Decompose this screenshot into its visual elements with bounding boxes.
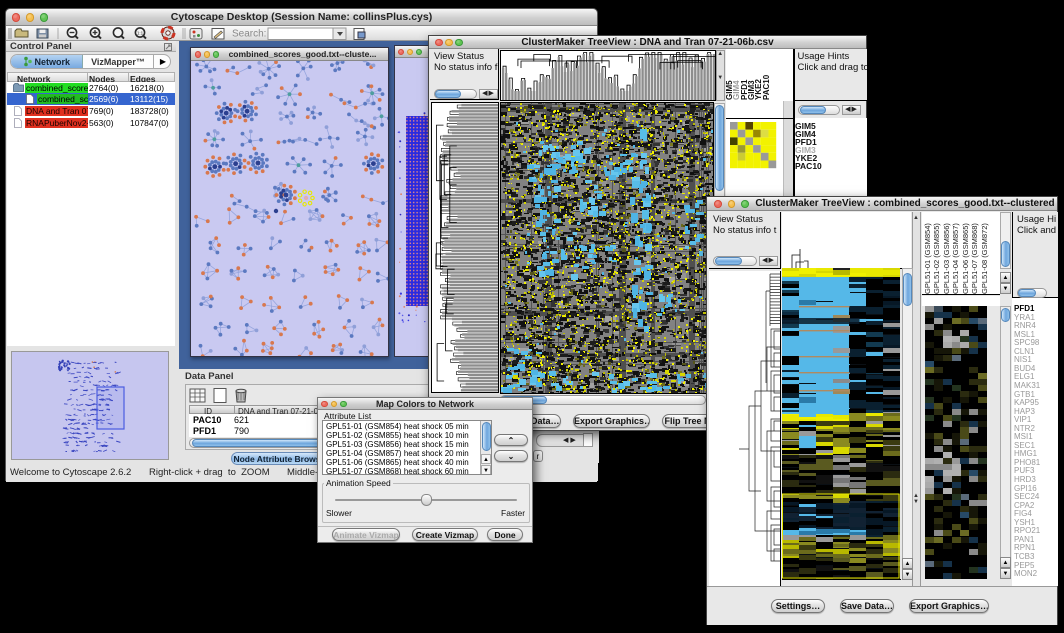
svg-text:1:1: 1:1 xyxy=(137,30,144,35)
svg-text:Search:: Search: xyxy=(232,29,266,40)
